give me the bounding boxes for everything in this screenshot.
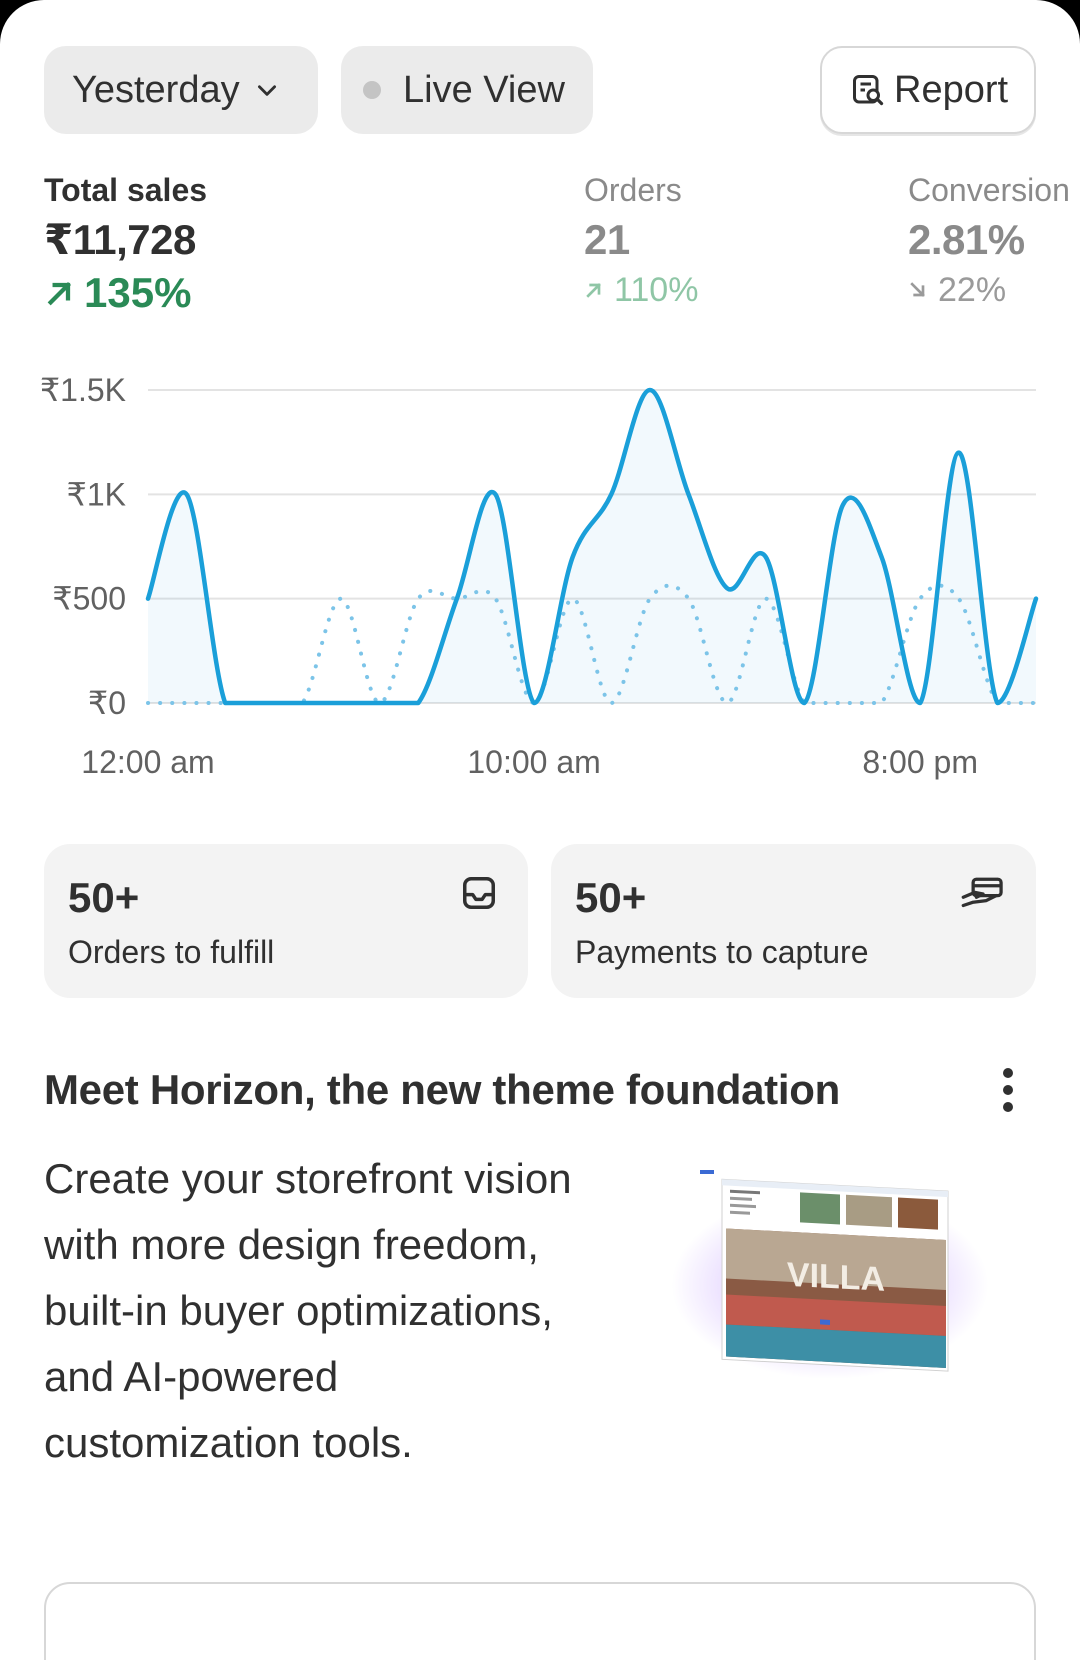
x-tick-label: 10:00 am <box>467 744 600 780</box>
y-tick-label: ₹1.5K <box>40 372 126 408</box>
metric-label: Total sales <box>44 172 208 208</box>
payment-hand-icon <box>961 877 1003 908</box>
date-range-label: Yesterday <box>72 68 240 111</box>
metric-orders[interactable]: Orders 21 110% <box>584 168 698 312</box>
inbox-icon <box>463 877 495 909</box>
metric-label: Conversion <box>908 172 1070 208</box>
theme-preview-image: VILLA <box>640 1150 1010 1400</box>
report-button[interactable]: Report <box>820 46 1036 134</box>
metric-value: ₹11,728 <box>44 216 196 263</box>
y-tick-label: ₹500 <box>52 581 126 617</box>
promo-description: Create your storefront vision with more … <box>44 1155 572 1466</box>
card-label: Payments to capture <box>575 934 869 970</box>
y-tick-label: ₹1K <box>67 476 127 512</box>
orders-to-fulfill-card[interactable]: 50+ Orders to fulfill <box>44 844 528 998</box>
date-range-button[interactable]: Yesterday <box>44 46 318 134</box>
metric-conversion[interactable]: Conversion 2.81% 22% <box>908 168 1070 312</box>
card-count: 50+ <box>575 874 647 921</box>
metric-delta: 22% <box>908 268 1070 312</box>
metric-value: 21 <box>584 216 630 263</box>
report-label: Report <box>894 68 1009 111</box>
promo-title: Meet Horizon, the new theme foundation <box>44 1066 840 1113</box>
live-view-button[interactable]: Live View <box>341 46 593 134</box>
metric-delta-value: 22% <box>938 271 1007 309</box>
metric-label: Orders <box>584 172 682 208</box>
live-status-dot <box>363 81 381 99</box>
metric-total-sales[interactable]: Total sales ₹11,728 135% <box>44 168 207 318</box>
visit-theme-store-button[interactable] <box>44 1582 1036 1660</box>
theme-preview-wordmark: VILLA <box>787 1256 885 1299</box>
payments-to-capture-card[interactable]: 50+ Payments to capture <box>551 844 1036 998</box>
y-tick-label: ₹0 <box>88 685 126 721</box>
more-options-icon[interactable] <box>996 1068 1020 1116</box>
report-search-icon <box>853 75 884 106</box>
card-count: 50+ <box>68 874 140 921</box>
sales-line-chart[interactable]: ₹0 ₹500 ₹1K ₹1.5K 12:00 am 10:00 am 8:00 pm <box>0 360 1080 800</box>
card-label: Orders to fulfill <box>68 934 275 970</box>
dashboard-sheet: Yesterday Live View Report Total sales ₹… <box>0 0 1080 1660</box>
chevron-down-icon <box>257 85 276 96</box>
x-tick-label: 8:00 pm <box>862 744 978 780</box>
metric-value: 2.81% <box>908 216 1025 263</box>
metric-delta-value: 110% <box>614 271 699 309</box>
arrow-down-right-icon <box>910 282 925 297</box>
arrow-up-right-icon <box>586 283 601 298</box>
metric-delta-value: 135% <box>84 269 192 316</box>
live-view-label: Live View <box>403 68 565 111</box>
metric-delta: 135% <box>44 268 207 318</box>
arrow-up-right-icon <box>47 281 72 306</box>
metric-delta: 110% <box>584 268 698 312</box>
x-tick-label: 12:00 am <box>81 744 214 780</box>
